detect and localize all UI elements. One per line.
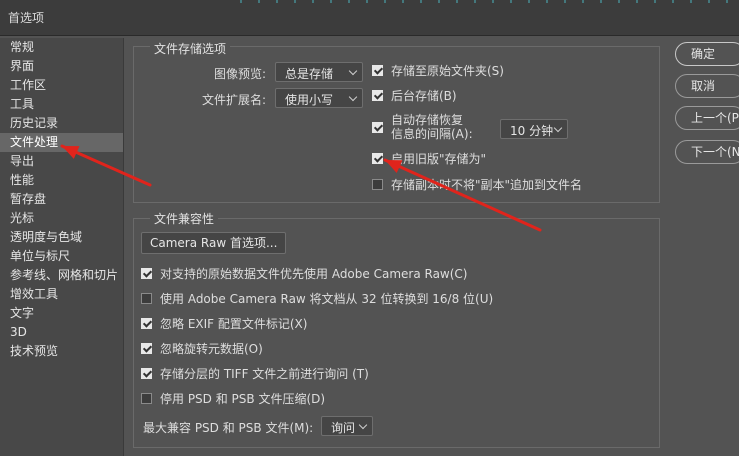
checkbox-box[interactable] — [141, 368, 152, 379]
chevron-down-icon — [348, 66, 358, 76]
sidebar-item[interactable]: 暂存盘 — [0, 190, 123, 209]
file-save-options-title: 文件存储选项 — [150, 40, 231, 57]
checkbox-box[interactable] — [141, 393, 152, 404]
ok-button[interactable]: 确定 — [675, 42, 739, 66]
next-button[interactable]: 下一个(N) — [675, 140, 739, 164]
compat-option-checkbox[interactable]: 使用 Adobe Camera Raw 将文档从 32 位转换到 16/8 位(… — [141, 291, 581, 307]
image-preview-value: 总是存储 — [285, 67, 334, 81]
sidebar-item[interactable]: 3D — [0, 323, 123, 342]
image-preview-label: 图像预览: — [214, 67, 267, 81]
sidebar-item[interactable]: 历史记录 — [0, 114, 123, 133]
sidebar-item[interactable]: 常规 — [0, 38, 123, 57]
checkbox-label: 停用 PSD 和 PSB 文件压缩(D) — [160, 392, 326, 406]
sidebar-item[interactable]: 界面 — [0, 57, 123, 76]
checkbox-label: 忽略 EXIF 配置文件标记(X) — [160, 317, 308, 331]
sidebar-item[interactable]: 工作区 — [0, 76, 123, 95]
title-bar-decoration — [240, 0, 739, 3]
autosave-checkbox[interactable]: 自动存储恢复 信息的间隔(A): — [372, 113, 492, 142]
file-extension-label: 文件扩展名: — [202, 93, 267, 107]
checkbox-box[interactable] — [141, 293, 152, 304]
sidebar-item[interactable]: 工具 — [0, 95, 123, 114]
background-save-checkbox[interactable]: 后台存储(B) — [372, 88, 572, 104]
compat-option-checkbox[interactable]: 存储分层的 TIFF 文件之前进行询问 (T) — [141, 366, 581, 382]
camera-raw-prefs-button[interactable]: Camera Raw 首选项... — [141, 232, 287, 254]
checkbox-label: 忽略旋转元数据(O) — [160, 342, 263, 356]
checkbox-label: 启用旧版"存储为" — [391, 152, 487, 166]
checkbox-label: 后台存储(B) — [391, 89, 457, 103]
sidebar-item[interactable]: 增效工具 — [0, 285, 123, 304]
chevron-down-icon — [348, 92, 358, 102]
checkbox-label: 使用 Adobe Camera Raw 将文档从 32 位转换到 16/8 位(… — [160, 292, 494, 306]
file-compat-title: 文件兼容性 — [150, 210, 219, 227]
compat-option-checkbox[interactable]: 忽略 EXIF 配置文件标记(X) — [141, 316, 581, 332]
checkbox-label: 存储至原始文件夹(S) — [391, 64, 504, 78]
checkbox-box[interactable] — [372, 179, 383, 190]
legacy-save-as-checkbox[interactable]: 启用旧版"存储为" — [372, 151, 572, 167]
checkbox-box[interactable] — [372, 153, 383, 164]
sidebar-item[interactable]: 文件处理 — [0, 133, 123, 152]
max-compat-select[interactable]: 询问 — [321, 416, 373, 436]
chevron-down-icon — [358, 420, 368, 430]
compat-option-checkbox[interactable]: 忽略旋转元数据(O) — [141, 341, 581, 357]
cancel-button[interactable]: 取消 — [675, 74, 739, 98]
sidebar-item[interactable]: 光标 — [0, 209, 123, 228]
max-compat-value: 询问 — [331, 421, 356, 435]
file-extension-select[interactable]: 使用小写 — [275, 88, 363, 108]
checkbox-box[interactable] — [372, 122, 383, 133]
title-bar: 首选项 — [0, 0, 739, 36]
autosave-interval-value: 10 分钟 — [510, 124, 554, 138]
file-extension-value: 使用小写 — [285, 93, 334, 107]
checkbox-label: 对支持的原始数据文件优先使用 Adobe Camera Raw(C) — [160, 267, 468, 281]
checkbox-box[interactable] — [141, 318, 152, 329]
autosave-interval-select[interactable]: 10 分钟 — [500, 119, 568, 139]
max-compat-label: 最大兼容 PSD 和 PSB 文件(M): — [143, 421, 314, 435]
checkbox-box[interactable] — [141, 268, 152, 279]
compat-option-checkbox[interactable]: 停用 PSD 和 PSB 文件压缩(D) — [141, 391, 581, 407]
checkbox-box[interactable] — [141, 343, 152, 354]
save-to-original-checkbox[interactable]: 存储至原始文件夹(S) — [372, 63, 572, 79]
sidebar-item[interactable]: 导出 — [0, 152, 123, 171]
sidebar-item[interactable]: 单位与标尺 — [0, 247, 123, 266]
checkbox-box[interactable] — [372, 65, 383, 76]
sidebar-item[interactable]: 性能 — [0, 171, 123, 190]
chevron-down-icon — [553, 123, 563, 133]
no-copy-suffix-checkbox[interactable]: 存储副本时不将"副本"追加到文件名 — [372, 177, 612, 193]
window-title: 首选项 — [8, 11, 45, 25]
autosave-label-line2: 信息的间隔(A): — [391, 127, 473, 141]
checkbox-label: 存储分层的 TIFF 文件之前进行询问 (T) — [160, 367, 369, 381]
prev-button[interactable]: 上一个(P) — [675, 106, 739, 130]
sidebar: 常规 界面 工作区 工具 历史记录 文件处理 导出 性能 暂存盘 光标 透明度与色域 单位与标尺 参考线… — [0, 38, 124, 456]
sidebar-item[interactable]: 文字 — [0, 304, 123, 323]
checkbox-label: 存储副本时不将"副本"追加到文件名 — [391, 178, 583, 192]
sidebar-item[interactable]: 参考线、网格和切片 — [0, 266, 123, 285]
checkbox-box[interactable] — [372, 90, 383, 101]
image-preview-select[interactable]: 总是存储 — [275, 62, 363, 82]
sidebar-item[interactable]: 透明度与色域 — [0, 228, 123, 247]
compat-option-checkbox[interactable]: 对支持的原始数据文件优先使用 Adobe Camera Raw(C) — [141, 266, 581, 282]
sidebar-item[interactable]: 技术预览 — [0, 342, 123, 361]
